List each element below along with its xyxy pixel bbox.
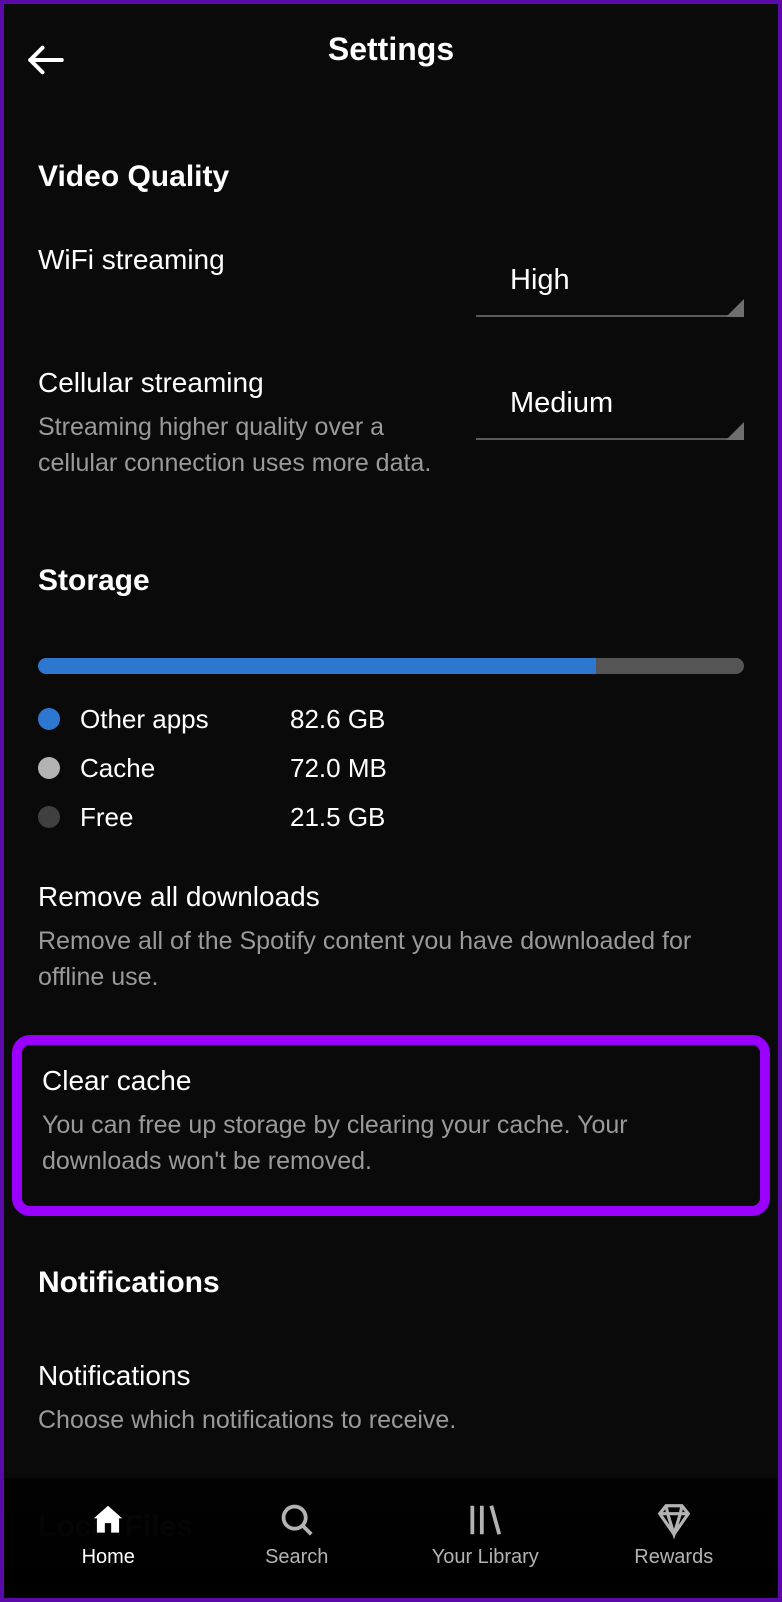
notifications-item-title: Notifications bbox=[38, 1360, 744, 1392]
clear-cache-button[interactable]: Clear cache You can free up storage by c… bbox=[12, 1035, 770, 1216]
cellular-streaming-label: Cellular streaming bbox=[38, 367, 456, 399]
remove-all-downloads-title: Remove all downloads bbox=[38, 881, 744, 913]
home-icon bbox=[88, 1500, 128, 1540]
wifi-streaming-label: WiFi streaming bbox=[38, 244, 456, 276]
storage-bar bbox=[38, 658, 744, 674]
nav-search[interactable]: Search bbox=[207, 1500, 387, 1569]
page-title: Settings bbox=[328, 31, 454, 68]
bottom-nav: Home Search Your Library Rewards bbox=[4, 1478, 778, 1598]
section-heading-storage: Storage bbox=[38, 564, 744, 598]
dot-icon bbox=[38, 757, 60, 779]
wifi-streaming-value: High bbox=[476, 250, 744, 315]
section-heading-video-quality: Video Quality bbox=[38, 160, 744, 194]
remove-all-downloads-button[interactable]: Remove all downloads Remove all of the S… bbox=[38, 881, 744, 996]
header-bar: Settings bbox=[4, 4, 778, 94]
storage-bar-fill bbox=[38, 658, 596, 674]
nav-library[interactable]: Your Library bbox=[395, 1500, 575, 1569]
clear-cache-title: Clear cache bbox=[42, 1065, 740, 1097]
legend-cache: Cache 72.0 MB bbox=[38, 753, 744, 784]
row-wifi-streaming: WiFi streaming High bbox=[38, 244, 744, 317]
dropdown-corner-icon bbox=[726, 299, 744, 317]
cellular-streaming-value: Medium bbox=[476, 373, 744, 438]
storage-legend: Other apps 82.6 GB Cache 72.0 MB Free 21… bbox=[38, 704, 744, 833]
search-icon bbox=[277, 1500, 317, 1540]
row-cellular-streaming: Cellular streaming Streaming higher qual… bbox=[38, 367, 744, 482]
notifications-item[interactable]: Notifications Choose which notifications… bbox=[38, 1360, 744, 1438]
dot-icon bbox=[38, 708, 60, 730]
nav-rewards[interactable]: Rewards bbox=[584, 1500, 764, 1569]
dot-icon bbox=[38, 806, 60, 828]
cellular-streaming-desc: Streaming higher quality over a cellular… bbox=[38, 409, 456, 482]
dropdown-corner-icon bbox=[726, 422, 744, 440]
wifi-streaming-select[interactable]: High bbox=[476, 250, 744, 317]
section-heading-notifications: Notifications bbox=[38, 1266, 744, 1300]
legend-free: Free 21.5 GB bbox=[38, 802, 744, 833]
nav-home[interactable]: Home bbox=[18, 1500, 198, 1569]
library-icon bbox=[465, 1500, 505, 1540]
cellular-streaming-select[interactable]: Medium bbox=[476, 373, 744, 440]
legend-other-apps: Other apps 82.6 GB bbox=[38, 704, 744, 735]
back-button[interactable] bbox=[22, 36, 70, 84]
clear-cache-desc: You can free up storage by clearing your… bbox=[42, 1107, 740, 1180]
diamond-icon bbox=[654, 1500, 694, 1540]
remove-all-downloads-desc: Remove all of the Spotify content you ha… bbox=[38, 923, 744, 996]
notifications-item-desc: Choose which notifications to receive. bbox=[38, 1402, 744, 1438]
arrow-left-icon bbox=[25, 39, 67, 81]
